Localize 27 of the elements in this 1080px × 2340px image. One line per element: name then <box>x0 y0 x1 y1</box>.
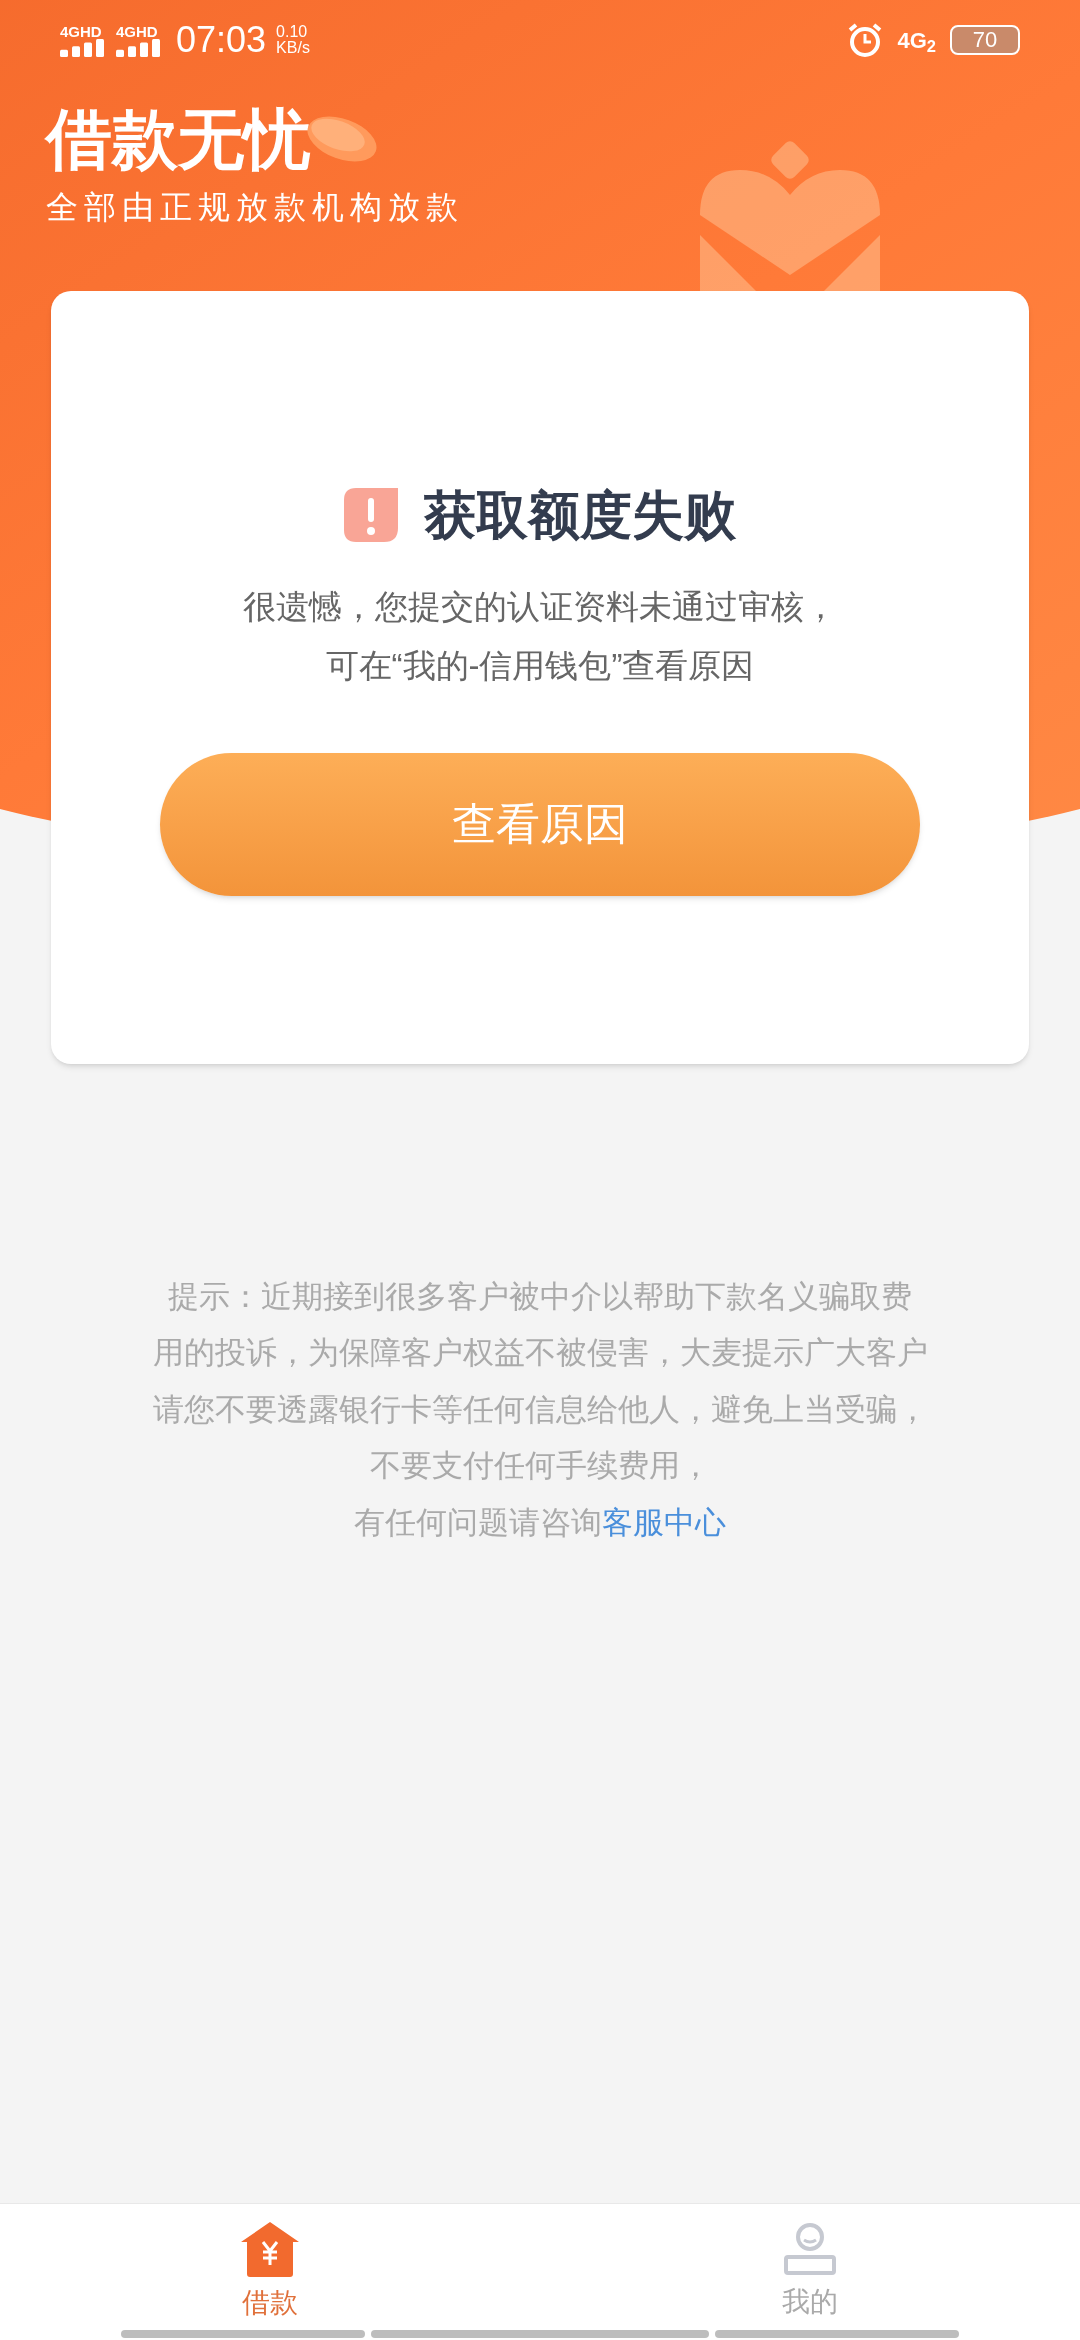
notice-text: 有任何问题请咨询 <box>354 1503 602 1542</box>
alarm-icon <box>847 22 884 58</box>
warning-icon <box>344 487 398 542</box>
notice-text: 用的投诉，为保障客户权益不被侵害，大麦提示广大客户 <box>152 1334 928 1372</box>
view-reason-button[interactable]: 查看原因 <box>160 752 920 896</box>
message-text: 很遗憾，您提交的认证资料未通过审核， <box>243 586 837 627</box>
status-time: 07:03 <box>176 18 267 62</box>
customer-service-link[interactable]: 客服中心 <box>602 1499 726 1546</box>
speed-unit: KB/s <box>276 40 310 56</box>
message-text: 可在“我的-信用钱包”查看原因 <box>325 646 755 686</box>
house-yen-icon <box>239 2220 301 2278</box>
notice-text: 提示：近期接到很多客户被中介以帮助下款名义骗取费 <box>168 1277 912 1316</box>
signal-icon <box>116 38 162 57</box>
network-speed: 0.10 <box>276 24 309 40</box>
network-label: 4G$_{2}$ <box>897 26 936 57</box>
tab-item[interactable]: 我的 <box>540 2204 1080 2330</box>
person-icon <box>782 2221 838 2277</box>
tab-item[interactable]: 借款 <box>0 2204 540 2330</box>
card-title: 获取额度失败 <box>424 484 736 546</box>
battery-indicator: 70 <box>950 25 1020 55</box>
signal-icon <box>60 38 106 57</box>
network-label: 4GHD <box>60 23 102 39</box>
app-title: 借款无忧 <box>46 101 310 178</box>
notice-text: 请您不要透露银行卡等任何信息给他人，避免上当受骗， <box>152 1390 928 1429</box>
app-subtitle: 全部由正规放款机构放款 <box>46 187 465 227</box>
network-label: 4GHD <box>116 23 158 39</box>
notice-text: 不要支付任何手续费用， <box>369 1447 711 1485</box>
